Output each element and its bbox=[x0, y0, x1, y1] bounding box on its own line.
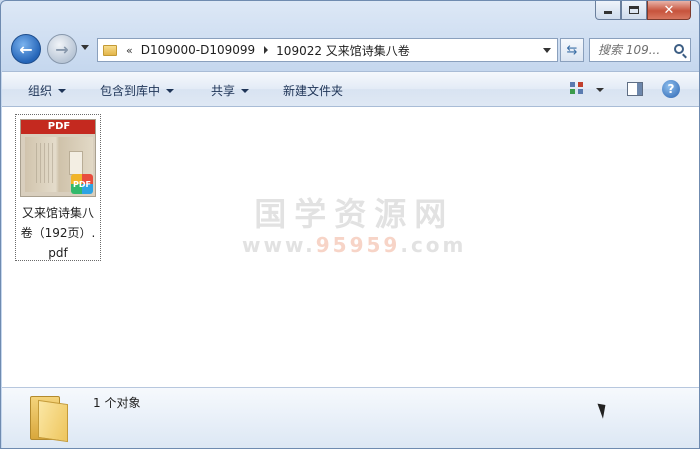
view-options-dropdown[interactable] bbox=[596, 88, 604, 92]
organize-button[interactable]: 组织 bbox=[28, 82, 67, 99]
share-button[interactable]: 共享 bbox=[211, 82, 250, 99]
search-input[interactable] bbox=[598, 43, 672, 57]
address-bar[interactable]: « D109000-D109099 109022 又来馆诗集八卷 bbox=[97, 38, 558, 62]
search-box[interactable] bbox=[589, 38, 691, 62]
file-item[interactable]: PDF PDF 又来馆诗集八卷（192页）.pdf bbox=[15, 114, 101, 261]
breadcrumb-item[interactable]: D109000-D109099 bbox=[141, 43, 255, 57]
chevron-down-icon bbox=[58, 88, 67, 93]
mouse-cursor-icon bbox=[597, 401, 610, 419]
minimize-icon bbox=[604, 11, 612, 14]
include-in-library-button[interactable]: 包含到库中 bbox=[100, 82, 175, 99]
watermark-url-prefix: www. bbox=[242, 233, 316, 257]
arrow-right-icon: → bbox=[55, 39, 69, 59]
preview-pane-button[interactable] bbox=[627, 82, 643, 96]
folder-icon bbox=[30, 396, 68, 443]
caption-buttons: ✕ bbox=[595, 1, 691, 20]
maximize-button[interactable] bbox=[621, 1, 647, 20]
command-bar: 组织 包含到库中 共享 新建文件夹 ? bbox=[2, 71, 699, 107]
arrow-left-icon: ← bbox=[19, 39, 33, 59]
include-in-library-label: 包含到库中 bbox=[100, 84, 161, 98]
file-name[interactable]: 又来馆诗集八卷（192页）.pdf bbox=[18, 203, 98, 263]
folder-front bbox=[38, 399, 68, 443]
watermark-url: www.95959.com bbox=[242, 233, 466, 257]
breadcrumb-item[interactable]: 109022 又来馆诗集八卷 bbox=[276, 42, 410, 59]
pdf-icon: PDF bbox=[71, 174, 93, 194]
change-view-button[interactable] bbox=[570, 82, 584, 95]
close-icon: ✕ bbox=[663, 2, 675, 18]
explorer-window: ✕ ← → « D109000-D109099 109022 又来馆诗集八卷 ⇆… bbox=[0, 0, 700, 449]
minimize-button[interactable] bbox=[595, 1, 621, 20]
pdf-band: PDF bbox=[21, 120, 95, 134]
refresh-icon: ⇆ bbox=[566, 42, 578, 58]
view-grid-icon bbox=[570, 82, 575, 87]
file-list[interactable]: PDF PDF 又来馆诗集八卷（192页）.pdf 国学资源网 www.9595… bbox=[2, 107, 699, 387]
forward-button[interactable]: → bbox=[47, 34, 77, 64]
folder-icon bbox=[103, 44, 117, 56]
close-button[interactable]: ✕ bbox=[647, 1, 691, 20]
chevron-down-icon bbox=[166, 88, 175, 93]
view-grid-icon bbox=[578, 82, 583, 87]
pdf-thumbnail: PDF PDF bbox=[20, 119, 96, 197]
watermark-url-suffix: .com bbox=[400, 233, 467, 257]
search-icon[interactable] bbox=[674, 44, 684, 54]
refresh-button[interactable]: ⇆ bbox=[560, 38, 584, 62]
share-label: 共享 bbox=[211, 84, 236, 98]
address-overflow-button[interactable]: « bbox=[126, 44, 133, 57]
help-button[interactable]: ? bbox=[662, 80, 680, 98]
breadcrumb-separator-icon[interactable] bbox=[264, 46, 269, 54]
address-dropdown-icon[interactable] bbox=[543, 48, 551, 53]
recent-pages-dropdown[interactable] bbox=[81, 45, 89, 50]
organize-label: 组织 bbox=[28, 84, 53, 98]
navigation-bar: ← → « D109000-D109099 109022 又来馆诗集八卷 ⇆ bbox=[1, 31, 699, 67]
watermark-url-highlight: 95959 bbox=[315, 233, 401, 257]
new-folder-label: 新建文件夹 bbox=[283, 84, 344, 98]
view-grid-icon bbox=[570, 89, 575, 94]
watermark: 国学资源网 www.95959.com bbox=[242, 195, 466, 257]
maximize-icon bbox=[629, 6, 639, 14]
watermark-title: 国学资源网 bbox=[254, 195, 455, 233]
view-grid-icon bbox=[578, 89, 583, 94]
back-button[interactable]: ← bbox=[11, 34, 41, 64]
help-icon: ? bbox=[667, 82, 675, 96]
chevron-down-icon bbox=[241, 88, 250, 93]
details-pane: 1 个对象 bbox=[2, 387, 699, 448]
object-count: 1 个对象 bbox=[93, 396, 141, 410]
new-folder-button[interactable]: 新建文件夹 bbox=[283, 82, 343, 99]
